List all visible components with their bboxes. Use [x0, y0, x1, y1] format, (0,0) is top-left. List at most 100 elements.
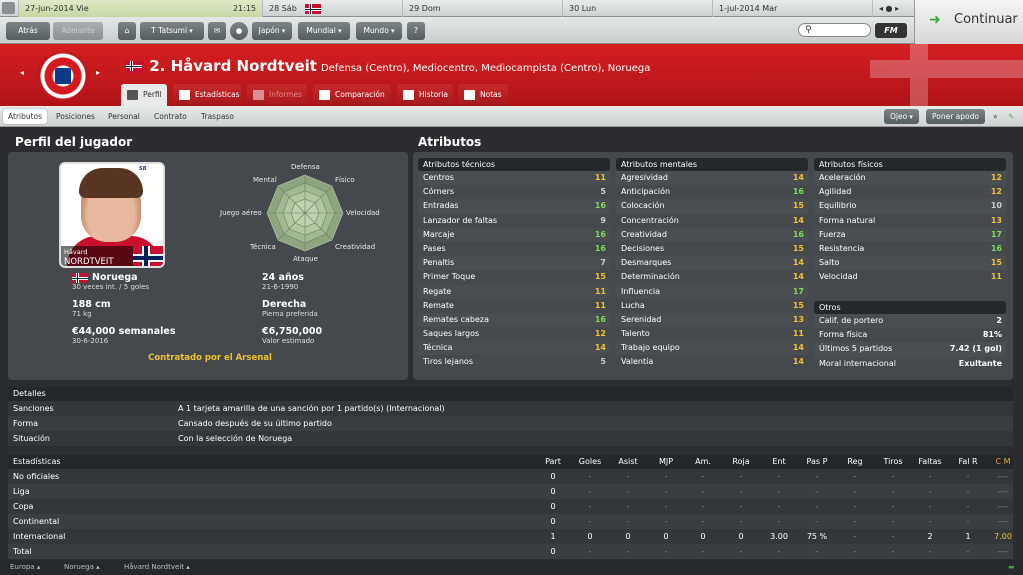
- status-icon[interactable]: ▬: [1008, 560, 1015, 575]
- attribute-row[interactable]: Fuerza 17: [814, 228, 1006, 242]
- attribute-row[interactable]: Influencia 17: [616, 285, 808, 299]
- attribute-row[interactable]: Salto 15: [814, 256, 1006, 270]
- attribute-row[interactable]: Forma física 81%: [814, 328, 1006, 342]
- subnav-traspaso[interactable]: Traspaso: [196, 109, 239, 124]
- attribute-row[interactable]: Serenidad 13: [616, 313, 808, 327]
- tab-perfil[interactable]: Perfil: [121, 84, 167, 106]
- tab-historia[interactable]: Historia: [397, 84, 453, 106]
- stats-column-header[interactable]: MJP: [651, 455, 681, 469]
- attribute-row[interactable]: Concentración 14: [616, 214, 808, 228]
- attribute-row[interactable]: Remates cabeza 16: [418, 313, 610, 327]
- attribute-row[interactable]: Pases 16: [418, 242, 610, 256]
- calendar-nav-arrows[interactable]: ◂ ● ▸: [879, 4, 899, 13]
- fm-menu-button[interactable]: FM: [875, 23, 907, 38]
- stats-row[interactable]: Continental 0- - - - - - - - - - - ----: [8, 514, 1013, 529]
- attribute-row[interactable]: Entradas 16: [418, 199, 610, 213]
- calendar-icon[interactable]: [2, 2, 15, 14]
- attribute-row[interactable]: Resistencia 16: [814, 242, 1006, 256]
- attribute-row[interactable]: Creatividad 16: [616, 228, 808, 242]
- stats-column-header[interactable]: Reg: [840, 455, 870, 469]
- next-player-icon[interactable]: ▸: [92, 68, 104, 82]
- stats-row[interactable]: Liga 0- - - - - - - - - - - ----: [8, 484, 1013, 499]
- attribute-row[interactable]: Aceleración 12: [814, 171, 1006, 185]
- attribute-row[interactable]: Anticipación 16: [616, 185, 808, 199]
- attribute-row[interactable]: Moral internacional Exultante: [814, 357, 1006, 371]
- home-icon[interactable]: ⌂: [118, 22, 136, 40]
- attribute-row[interactable]: Agilidad 12: [814, 185, 1006, 199]
- stats-column-header[interactable]: Pas P: [802, 455, 832, 469]
- tab-comparacion[interactable]: Comparación: [313, 84, 391, 106]
- attribute-row[interactable]: Calif. de portero 2: [814, 314, 1006, 328]
- attribute-row[interactable]: Marcaje 16: [418, 228, 610, 242]
- attribute-row[interactable]: Talento 11: [616, 327, 808, 341]
- breadcrumb-norway[interactable]: Noruega ▴: [64, 560, 100, 575]
- tab-notas[interactable]: Notas: [458, 84, 508, 106]
- stats-row[interactable]: No oficiales 0- - - - - - - - - - - ----: [8, 469, 1013, 484]
- subnav-contrato[interactable]: Contrato: [149, 109, 192, 124]
- attribute-row[interactable]: Últimos 5 partidos 7.42 (1 gol): [814, 342, 1006, 356]
- stats-row[interactable]: Total 0- - - - - - - - - - - ----: [8, 544, 1013, 559]
- attribute-row[interactable]: Equilibrio 10: [814, 199, 1006, 213]
- stats-column-header[interactable]: C M: [988, 455, 1018, 469]
- nickname-button[interactable]: Poner apodo: [926, 109, 985, 124]
- calendar-day-1[interactable]: 28 Sáb: [262, 0, 402, 17]
- back-button[interactable]: Atrás: [6, 22, 50, 40]
- attribute-row[interactable]: Penaltis 7: [418, 256, 610, 270]
- attribute-row[interactable]: Trabajo equipo 14: [616, 341, 808, 355]
- attribute-row[interactable]: Saques largos 12: [418, 327, 610, 341]
- stats-column-header[interactable]: Asist: [613, 455, 643, 469]
- attribute-row[interactable]: Forma natural 13: [814, 214, 1006, 228]
- current-date[interactable]: 27-jun-2014 Vie 21:15: [18, 0, 262, 17]
- world-cup-menu[interactable]: Mundial: [298, 22, 350, 40]
- attribute-row[interactable]: Valentía 14: [616, 355, 808, 369]
- attribute-row[interactable]: Primer Toque 15: [418, 270, 610, 284]
- prev-player-icon[interactable]: ◂: [16, 68, 28, 82]
- subnav-atributos[interactable]: Atributos: [3, 109, 48, 124]
- attribute-row[interactable]: Determinación 14: [616, 270, 808, 284]
- attribute-row[interactable]: Colocación 15: [616, 199, 808, 213]
- subnav-personal[interactable]: Personal: [103, 109, 145, 124]
- stats-column-header[interactable]: Goles: [575, 455, 605, 469]
- star-icon[interactable]: ★: [987, 109, 1004, 124]
- attribute-row[interactable]: Centros 11: [418, 171, 610, 185]
- inbox-icon[interactable]: ✉: [208, 22, 226, 40]
- calendar-day-3[interactable]: 30 Lun: [562, 0, 712, 17]
- attribute-row[interactable]: Lucha 15: [616, 299, 808, 313]
- stats-column-header[interactable]: Faltas: [915, 455, 945, 469]
- breadcrumb-europe[interactable]: Europa ▴: [10, 560, 40, 575]
- calendar-day-4[interactable]: 1-jul-2014 Mar: [712, 0, 872, 17]
- tab-informes[interactable]: Informes: [247, 84, 307, 106]
- manager-menu[interactable]: T Tatsumi: [140, 22, 204, 40]
- club-crest-icon[interactable]: [36, 52, 90, 100]
- subnav-posiciones[interactable]: Posiciones: [51, 109, 100, 124]
- calendar-nav[interactable]: ◂ ● ▸: [872, 0, 914, 17]
- attribute-row[interactable]: Córners 5: [418, 185, 610, 199]
- search-input[interactable]: ⚲: [798, 23, 871, 37]
- stats-row[interactable]: Copa 0- - - - - - - - - - - ----: [8, 499, 1013, 514]
- attribute-row[interactable]: Regate 11: [418, 285, 610, 299]
- notification-icon[interactable]: ●: [230, 22, 248, 40]
- attribute-row[interactable]: Velocidad 11: [814, 270, 1006, 284]
- continue-button[interactable]: ➜ Continuar: [914, 0, 1023, 44]
- attribute-row[interactable]: Lanzador de faltas 9: [418, 214, 610, 228]
- help-button[interactable]: ?: [407, 22, 425, 40]
- breadcrumb-player[interactable]: Håvard Nordtveit ▴: [124, 560, 190, 575]
- stats-column-header[interactable]: Part: [538, 455, 568, 469]
- edit-icon[interactable]: ✎: [1003, 109, 1019, 124]
- nation-label[interactable]: Noruega: [92, 272, 138, 283]
- tab-estadisticas[interactable]: Estadísticas: [173, 84, 241, 106]
- calendar-day-2[interactable]: 29 Dom: [402, 0, 562, 17]
- attribute-row[interactable]: Desmarques 14: [616, 256, 808, 270]
- stats-row[interactable]: Internacional 1 0 0 0 0 0 3.00 75 % - - 2 1 7.00: [8, 529, 1013, 544]
- japan-menu[interactable]: Japón: [252, 22, 292, 40]
- forward-button[interactable]: Adelante: [53, 22, 103, 40]
- attribute-row[interactable]: Tiros lejanos 5: [418, 355, 610, 369]
- world-menu[interactable]: Mundo: [356, 22, 402, 40]
- attribute-row[interactable]: Agresividad 14: [616, 171, 808, 185]
- stats-column-header[interactable]: Roja: [726, 455, 756, 469]
- stats-column-header[interactable]: Tiros: [878, 455, 908, 469]
- attribute-row[interactable]: Técnica 14: [418, 341, 610, 355]
- stats-column-header[interactable]: Fal R: [953, 455, 983, 469]
- stats-column-header[interactable]: Am.: [688, 455, 718, 469]
- stats-column-header[interactable]: Ent: [764, 455, 794, 469]
